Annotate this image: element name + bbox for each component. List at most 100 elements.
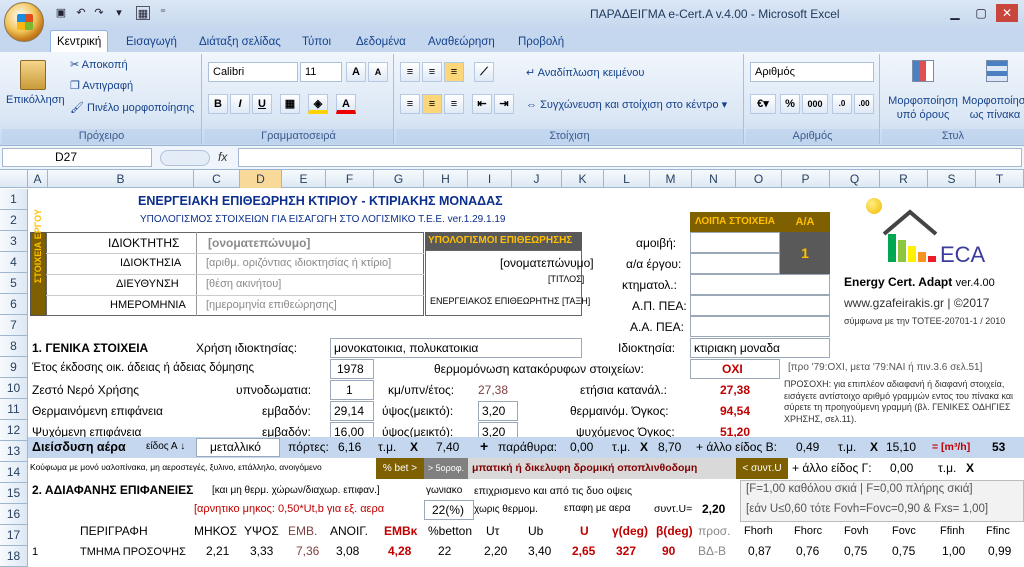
format-table-icon[interactable] xyxy=(986,60,1008,82)
cell-row-no[interactable]: 1 xyxy=(32,546,38,558)
row-header-5[interactable]: 5 xyxy=(0,273,28,294)
logo-url[interactable]: www.gzafeirakis.gr | ©2017 xyxy=(844,296,989,310)
cell-gamma[interactable]: 327 xyxy=(616,544,636,558)
tab-view[interactable]: Προβολή xyxy=(512,33,570,52)
font-name-combo[interactable]: Calibri xyxy=(208,62,298,82)
column-header-O[interactable]: O xyxy=(736,170,782,188)
frame-type-value[interactable]: μεταλλικό xyxy=(210,440,261,454)
orientation-icon[interactable]: ⟋ xyxy=(474,62,494,82)
borders-icon[interactable]: ▦ xyxy=(280,94,300,114)
cell-height[interactable]: 3,33 xyxy=(250,544,273,558)
grow-font-button[interactable]: A xyxy=(346,62,366,82)
column-header-L[interactable]: L xyxy=(604,170,650,188)
increase-indent-icon[interactable]: ⇥ xyxy=(494,94,514,114)
column-header-B[interactable]: B xyxy=(48,170,194,188)
row-header-13[interactable]: 13 xyxy=(0,441,28,462)
row-header-2[interactable]: 2 xyxy=(0,210,28,231)
masonry-type[interactable]: μπατική ή δικελυφη δρομική οποπλινθοδομη xyxy=(468,458,736,479)
save-icon[interactable]: ▣ xyxy=(54,6,68,20)
cell-openings[interactable]: 3,08 xyxy=(336,544,359,558)
office-button[interactable] xyxy=(4,2,44,42)
wrap-text-button[interactable]: ↵ Αναδίπλωση κειμένου xyxy=(526,66,644,79)
row-header-9[interactable]: 9 xyxy=(0,357,28,378)
project-no-input[interactable] xyxy=(690,253,780,274)
column-header-G[interactable]: G xyxy=(374,170,424,188)
cell-fovc[interactable]: 0,75 xyxy=(892,544,915,558)
insulation-value[interactable]: ΟΧΙ xyxy=(722,362,743,376)
italic-button[interactable]: I xyxy=(230,94,250,114)
heated-area-value[interactable]: 29,14 xyxy=(334,404,364,418)
conditional-format-button[interactable]: Μορφοποίηση υπό όρους xyxy=(888,94,958,122)
column-header-J[interactable]: J xyxy=(512,170,562,188)
row-header-1[interactable]: 1 xyxy=(0,189,28,210)
pct-bet-button[interactable]: % bet > xyxy=(376,458,424,479)
cell-fovh[interactable]: 0,75 xyxy=(844,544,867,558)
tab-home[interactable]: Κεντρική xyxy=(50,30,109,53)
cell-fhorh[interactable]: 0,87 xyxy=(748,544,771,558)
cell-u[interactable]: 2,65 xyxy=(572,544,595,558)
underline-button[interactable]: U xyxy=(252,94,272,114)
row-header-11[interactable]: 11 xyxy=(0,399,28,420)
minimize-button[interactable]: ▁ xyxy=(944,4,966,22)
row-header-18[interactable]: 18 xyxy=(0,546,28,567)
align-right-icon[interactable]: ≡ xyxy=(444,94,464,114)
pct-value[interactable]: 22(%) xyxy=(432,503,464,517)
column-header-E[interactable]: E xyxy=(282,170,326,188)
year-value[interactable]: 1978 xyxy=(337,362,364,376)
fx-icon[interactable]: fx xyxy=(218,150,227,164)
formula-input[interactable] xyxy=(238,148,1022,167)
select-all-corner[interactable] xyxy=(0,170,28,188)
cut-button[interactable]: ✂ Αποκοπή xyxy=(70,58,128,71)
formula-expand-icon[interactable] xyxy=(160,150,210,166)
customize-icon[interactable]: ⁼ xyxy=(156,6,170,20)
cell-description[interactable]: ΤΜΗΜΑ ΠΡΟΣΟΨΗΣ xyxy=(80,546,186,558)
column-header-S[interactable]: S xyxy=(928,170,976,188)
column-header-A[interactable]: A xyxy=(28,170,48,188)
row-header-7[interactable]: 7 xyxy=(0,315,28,336)
column-header-Q[interactable]: Q xyxy=(830,170,880,188)
aa-pea-input[interactable] xyxy=(690,316,830,337)
property-value[interactable]: κτιριακη μοναδα xyxy=(694,341,780,355)
paste-icon[interactable] xyxy=(20,60,46,90)
increase-decimal-icon[interactable]: .0 xyxy=(832,94,852,114)
tab-page-layout[interactable]: Διάταξη σελίδας xyxy=(193,33,287,52)
address-input[interactable]: [θέση ακινήτου] xyxy=(206,278,281,290)
align-top-icon[interactable]: ≡ xyxy=(400,62,420,82)
inspector-title[interactable]: [ΤΙΤΛΟΣ] xyxy=(548,274,584,284)
number-format-combo[interactable]: Αριθμός xyxy=(750,62,874,82)
rooms-value[interactable]: 1 xyxy=(346,383,353,397)
row-header-3[interactable]: 3 xyxy=(0,231,28,252)
close-button[interactable]: ✕ xyxy=(996,4,1018,22)
cell-ub[interactable]: 3,40 xyxy=(528,544,551,558)
tab-formulas[interactable]: Τύποι xyxy=(296,33,337,52)
conditional-format-icon[interactable] xyxy=(912,60,934,82)
aa-value[interactable]: 1 xyxy=(780,232,830,274)
decrease-indent-icon[interactable]: ⇤ xyxy=(472,94,492,114)
fill-color-icon[interactable]: ◈ xyxy=(308,94,328,114)
format-table-button[interactable]: Μορφοποίηση ως πίνακα xyxy=(962,94,1024,122)
inspector-name[interactable]: [ονοματεπώνυμο] xyxy=(500,256,594,270)
currency-icon[interactable]: €▾ xyxy=(750,94,776,114)
font-size-combo[interactable]: 11 xyxy=(300,62,342,82)
fee-input[interactable] xyxy=(690,232,780,253)
cell-ffinh[interactable]: 1,00 xyxy=(942,544,965,558)
row-header-16[interactable]: 16 xyxy=(0,504,28,525)
format-painter-button[interactable]: 🖌 Πινέλο μορφοποίησης xyxy=(70,101,194,114)
cell-beta[interactable]: 90 xyxy=(662,544,675,558)
font-color-icon[interactable]: A xyxy=(336,94,356,114)
row-header-4[interactable]: 4 xyxy=(0,252,28,273)
undo-icon[interactable]: ↶ xyxy=(74,6,88,20)
row-header-17[interactable]: 17 xyxy=(0,525,28,546)
ap-pea-input[interactable] xyxy=(690,295,830,316)
column-header-K[interactable]: K xyxy=(562,170,604,188)
bold-button[interactable]: B xyxy=(208,94,228,114)
owner-input[interactable]: [ονοματεπώνυμο] xyxy=(208,236,310,250)
column-header-F[interactable]: F xyxy=(326,170,374,188)
cell-orientation[interactable]: ΒΔ-Β xyxy=(698,544,726,558)
column-header-M[interactable]: M xyxy=(650,170,692,188)
ownership-input[interactable]: [αριθμ. οριζόντιας ιδιοκτησίας ή κτίριο] xyxy=(206,257,391,269)
row-header-15[interactable]: 15 xyxy=(0,483,28,504)
column-header-I[interactable]: I xyxy=(468,170,512,188)
date-input[interactable]: [ημερομηνία επιθεώρησης] xyxy=(206,299,337,311)
align-bottom-icon[interactable]: ≡ xyxy=(444,62,464,82)
